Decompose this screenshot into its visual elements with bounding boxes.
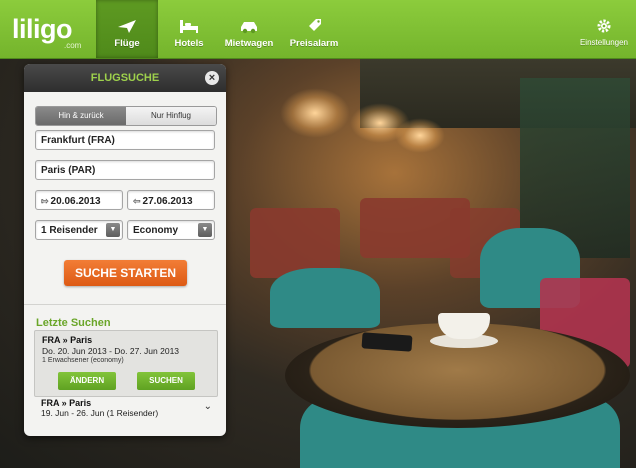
origin-field[interactable]: Frankfurt (FRA) xyxy=(35,130,215,150)
nav-tab-fluege[interactable]: Flüge xyxy=(96,0,158,58)
cabin-value: Economy xyxy=(133,225,179,236)
plane-icon xyxy=(118,20,136,33)
recent-travelers: 1 Erwachsener (economy) xyxy=(42,357,124,364)
depart-arrow-icon: ⇰ xyxy=(41,196,49,206)
recent-dates: Do. 20. Jun 2013 - Do. 27. Jun 2013 xyxy=(42,346,180,356)
travelers-select[interactable]: 1 Reisender ▼ xyxy=(35,220,123,240)
gear-icon xyxy=(597,19,611,33)
depart-date-value: 20.06.2013 xyxy=(50,196,101,207)
cabin-select[interactable]: Economy ▼ xyxy=(127,220,215,240)
nav-tab-label: Flüge xyxy=(114,38,140,49)
section-divider xyxy=(24,304,226,305)
nav-tab-preisalarm[interactable]: Preisalarm xyxy=(286,0,342,58)
settings-button[interactable]: Einstellungen xyxy=(574,0,634,58)
dropdown-arrow-icon: ▼ xyxy=(106,223,120,237)
background-lamp xyxy=(395,118,445,153)
brand-logo-suffix: .com xyxy=(64,41,82,50)
chevron-down-icon[interactable]: ⌄ xyxy=(204,401,212,412)
nav-tab-hotels[interactable]: Hotels xyxy=(170,0,208,58)
top-navigation-bar: liligo .com Flüge Hotels Mietwagen Preis… xyxy=(0,0,636,59)
trip-type-roundtrip[interactable]: Hin & zurück xyxy=(36,107,126,125)
nav-tab-label: Hotels xyxy=(174,38,204,49)
nav-tab-label: Preisalarm xyxy=(289,38,339,49)
background-chair xyxy=(270,268,380,328)
settings-label: Einstellungen xyxy=(579,38,629,47)
trip-type-toggle: Hin & zurück Nur Hinflug xyxy=(35,106,217,126)
return-date-field[interactable]: ⇦ 27.06.2013 xyxy=(127,190,215,210)
return-arrow-icon: ⇦ xyxy=(133,196,141,206)
tag-icon xyxy=(309,19,321,31)
car-icon xyxy=(241,22,257,34)
dropdown-arrow-icon: ▼ xyxy=(198,223,212,237)
panel-title: FLUGSUCHE xyxy=(90,72,160,84)
nav-tab-label: Mietwagen xyxy=(224,38,274,49)
panel-header: FLUGSUCHE × xyxy=(24,64,226,92)
recent-route: FRA » Paris xyxy=(41,398,92,408)
recent-route: FRA » Paris xyxy=(42,335,93,345)
brand-logo[interactable]: liligo xyxy=(12,14,73,45)
change-search-button[interactable]: ÄNDERN xyxy=(58,372,116,390)
trip-type-oneway[interactable]: Nur Hinflug xyxy=(126,107,216,125)
recent-search-item[interactable]: FRA » Paris Do. 20. Jun 2013 - Do. 27. J… xyxy=(34,330,218,397)
destination-field[interactable]: Paris (PAR) xyxy=(35,160,215,180)
flight-search-panel: FLUGSUCHE × Hin & zurück Nur Hinflug Fra… xyxy=(24,64,226,436)
return-date-value: 27.06.2013 xyxy=(142,196,193,207)
recent-searches-title: Letzte Suchen xyxy=(36,317,111,329)
background-phone xyxy=(361,332,413,352)
close-icon[interactable]: × xyxy=(205,71,219,85)
depart-date-field[interactable]: ⇰ 20.06.2013 xyxy=(35,190,123,210)
repeat-search-button[interactable]: SUCHEN xyxy=(137,372,195,390)
nav-tab-mietwagen[interactable]: Mietwagen xyxy=(222,0,276,58)
travelers-value: 1 Reisender xyxy=(41,225,98,236)
background-lamp xyxy=(280,88,350,138)
start-search-button[interactable]: SUCHE STARTEN xyxy=(64,260,187,286)
bed-icon xyxy=(180,20,198,33)
recent-summary: 19. Jun - 26. Jun (1 Reisender) xyxy=(41,408,159,418)
recent-search-item[interactable]: FRA » Paris 19. Jun - 26. Jun (1 Reisend… xyxy=(34,397,216,423)
